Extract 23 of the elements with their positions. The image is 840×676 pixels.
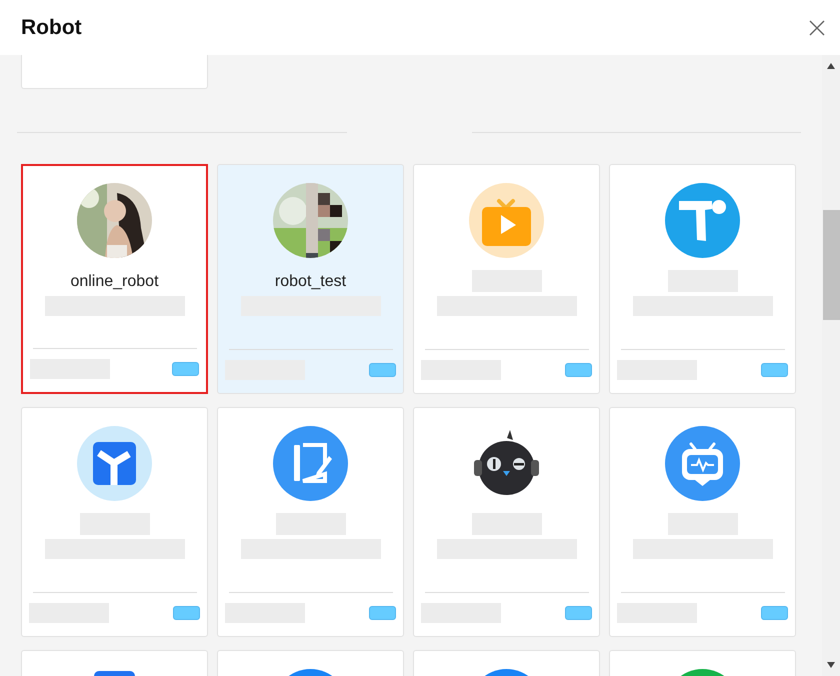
robot-name: robot_test — [274, 272, 346, 292]
robot-card[interactable]: robot_test — [217, 164, 404, 394]
close-icon[interactable] — [809, 20, 825, 36]
action-button[interactable] — [761, 606, 788, 620]
robot-card[interactable] — [413, 407, 600, 637]
robot-card[interactable]: online_robot — [21, 164, 208, 394]
action-button[interactable] — [172, 362, 199, 376]
action-button[interactable] — [761, 363, 788, 377]
scroll-down-icon[interactable] — [827, 662, 835, 668]
notebook-icon — [273, 426, 348, 501]
action-button[interactable] — [369, 606, 396, 620]
tv-icon — [469, 183, 544, 258]
y-logo-icon — [77, 426, 152, 501]
action-button[interactable] — [369, 363, 396, 377]
scrollbar-thumb[interactable] — [822, 210, 840, 320]
action-button[interactable] — [565, 606, 592, 620]
dialog-title: Robot — [21, 16, 82, 40]
robot-name: online_robot — [70, 272, 159, 292]
action-button[interactable] — [173, 606, 200, 620]
scroll-up-icon[interactable] — [827, 63, 835, 69]
robot-face-icon — [665, 426, 740, 501]
t-logo-icon — [665, 183, 740, 258]
action-button[interactable] — [565, 363, 592, 377]
